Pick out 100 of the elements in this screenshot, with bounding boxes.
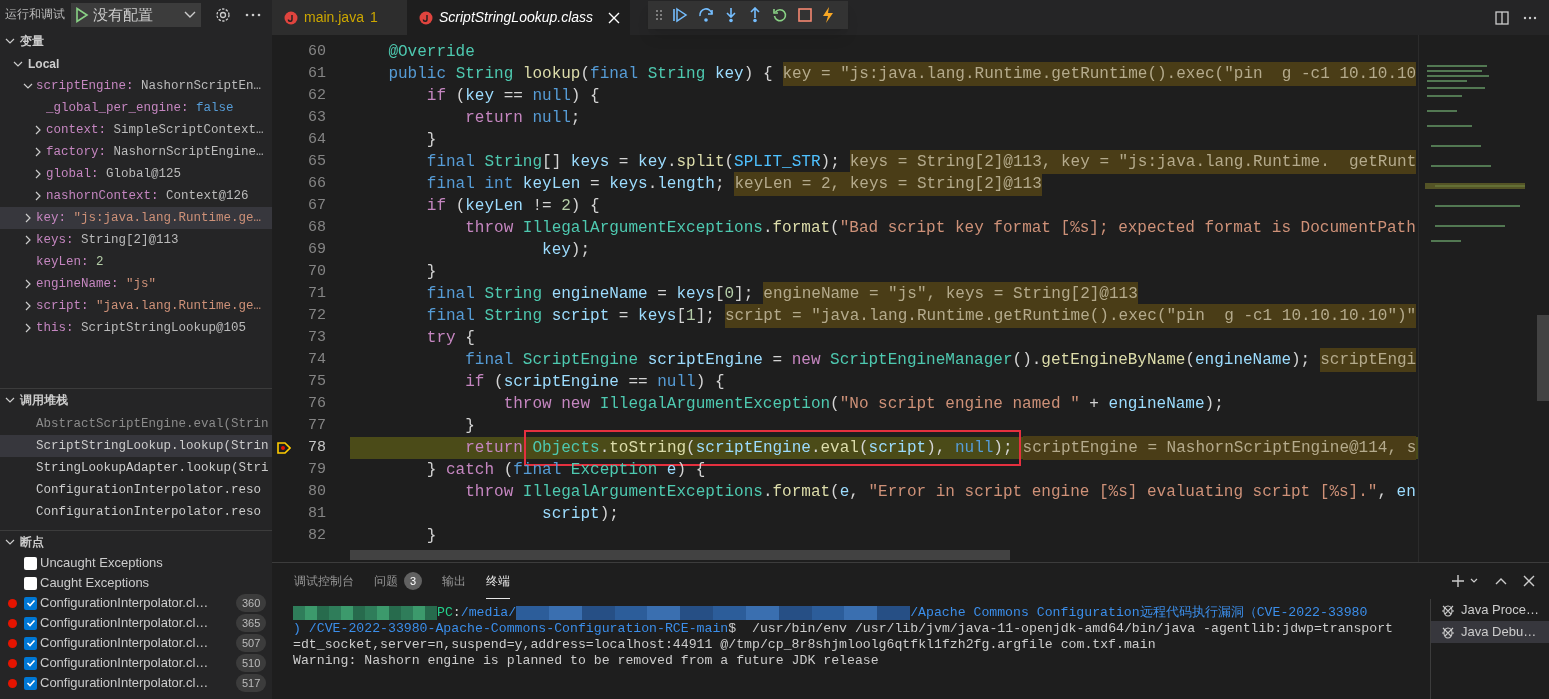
variable-row[interactable]: keys: String[2]@113 (0, 229, 272, 251)
variable-text: context: SimpleScriptContext… (46, 121, 264, 139)
line-number: 72 (307, 305, 326, 326)
variable-text: this: ScriptStringLookup@105 (36, 319, 247, 337)
code-text: final String[] keys = key.split(SPLIT_STR); (425, 152, 840, 173)
drag-handle-icon[interactable] (656, 9, 662, 21)
line-number: 61 (307, 63, 326, 84)
chevron-down-icon[interactable] (1469, 577, 1479, 585)
scrollbar-thumb[interactable] (1537, 315, 1549, 401)
code-text: } (425, 262, 437, 283)
editor-tab[interactable]: ScriptStringLookup.class (407, 0, 630, 35)
variable-text: global: Global@125 (46, 165, 182, 183)
variable-row[interactable]: engineName: "js" (0, 273, 272, 295)
variable-row[interactable]: _global_per_engine: false (0, 97, 272, 119)
lightning-icon[interactable] (822, 7, 834, 23)
scope-row[interactable]: Local (0, 53, 272, 75)
code-text: return (464, 438, 524, 459)
count-badge: 3 (404, 572, 422, 590)
split-editor-icon[interactable] (1495, 10, 1509, 25)
code-text: throw new IllegalArgumentException("No script engine named " + engineName); (502, 394, 1224, 415)
code-text: final String script = keys[1]; (425, 306, 715, 327)
checkbox[interactable] (24, 576, 37, 590)
variable-row[interactable]: this: ScriptStringLookup@105 (0, 317, 272, 339)
variable-row[interactable]: keyLen: 2 (0, 251, 272, 273)
stack-frame[interactable]: ConfigurationInterpolator.reso (0, 479, 272, 501)
variable-row[interactable]: factory: NashornScriptEngine… (0, 141, 272, 163)
line-number: 76 (307, 393, 326, 414)
line-number: 75 (307, 371, 326, 392)
panel-tab[interactable]: 输出 (442, 563, 466, 599)
current-line-marker-icon[interactable] (277, 442, 291, 454)
line-number: 82 (307, 525, 326, 546)
terminal-text: /media/ (460, 604, 517, 623)
continue-icon[interactable] (672, 7, 688, 23)
horizontal-scrollbar-thumb[interactable] (350, 550, 1010, 560)
breakpoint-label[interactable]: ConfigurationInterpolator.cl… (40, 613, 232, 633)
line-number: 64 (307, 129, 326, 150)
checkbox[interactable] (24, 616, 37, 630)
terminal-text: Warning: Nashorn engine is planned to be removed from a future JDK release (293, 652, 879, 671)
variable-text: keyLen: 2 (36, 253, 104, 271)
tab-label: 问题 (374, 573, 398, 590)
code-text: } (425, 526, 437, 547)
stop-icon[interactable] (798, 8, 812, 22)
variable-text: script: "java.lang.Runtime.ge… (36, 297, 262, 315)
breakpoint-label[interactable]: Caught Exceptions (40, 573, 232, 593)
inline-value: script = "java.lang.Runtime.getRuntime().exec("pin g -c1 10.10.10.10")" (724, 304, 1417, 328)
minimap[interactable] (1425, 65, 1525, 245)
line-badge: 517 (236, 673, 267, 693)
section-header[interactable]: 调用堆栈 (0, 389, 272, 411)
chevron-up-icon[interactable] (1495, 577, 1507, 585)
code-text: script); (541, 504, 619, 525)
line-number: 69 (307, 239, 326, 260)
breakpoint-label[interactable]: ConfigurationInterpolator.cl… (40, 673, 232, 693)
line-number: 67 (307, 195, 326, 216)
variable-row[interactable]: script: "java.lang.Runtime.ge… (0, 295, 272, 317)
terminal-session[interactable]: Java Proce… (1431, 599, 1549, 621)
panel-tab[interactable]: 终端 (486, 563, 510, 599)
more-icon[interactable] (1523, 15, 1537, 20)
section-header[interactable]: 变量 (0, 30, 272, 52)
stack-frame[interactable]: StringLookupAdapter.lookup(Stri (0, 457, 272, 479)
variable-row[interactable]: nashornContext: Context@126 (0, 185, 272, 207)
step-out-icon[interactable] (748, 7, 762, 23)
code-text: if (keyLen != 2) { (425, 196, 600, 217)
panel-tab[interactable]: 问题 3 (374, 563, 422, 599)
checkbox[interactable] (24, 676, 37, 690)
line-number: 77 (307, 415, 326, 436)
panel-tab[interactable]: 调试控制台 (294, 563, 354, 599)
add-icon[interactable] (1451, 574, 1465, 588)
line-badge: 507 (236, 633, 267, 653)
editor-tab[interactable]: main.java 1 (272, 0, 407, 35)
restart-icon[interactable] (772, 7, 788, 23)
terminal-session[interactable]: Java Debu… (1431, 621, 1549, 643)
stack-frame[interactable]: ConfigurationInterpolator.reso (0, 501, 272, 523)
variable-row[interactable]: global: Global@125 (0, 163, 272, 185)
checkbox[interactable] (24, 596, 37, 610)
breakpoint-label[interactable]: Uncaught Exceptions (40, 553, 232, 573)
inline-value: keys = String[2]@113, key = "js:java.lang.Runtime. getRunt (849, 150, 1417, 174)
line-badge: 360 (236, 593, 267, 613)
code-text: throw IllegalArgumentExceptions.format("Bad script key format [%s]; expected format is DocumentPath (464, 218, 1416, 239)
step-into-icon[interactable] (724, 7, 738, 23)
variable-row[interactable]: scriptEngine: NashornScriptEn… (0, 75, 272, 97)
checkbox[interactable] (24, 636, 37, 650)
breakpoint-label[interactable]: ConfigurationInterpolator.cl… (40, 593, 232, 613)
configuration-dropdown[interactable]: 没有配置 (71, 3, 201, 27)
settings-icon[interactable] (215, 7, 231, 23)
checkbox[interactable] (24, 656, 37, 670)
stack-frame[interactable]: ScriptStringLookup.lookup(Strin (0, 435, 272, 457)
inline-value: engineName = "js", keys = String[2]@113 (763, 282, 1138, 306)
stack-frame[interactable]: AbstractScriptEngine.eval(Strin (0, 413, 272, 435)
close-icon[interactable] (1523, 575, 1535, 587)
variable-row[interactable]: context: SimpleScriptContext… (0, 119, 272, 141)
section-header[interactable]: 断点 (0, 531, 272, 553)
more-icon[interactable] (245, 13, 261, 17)
breakpoint-label[interactable]: ConfigurationInterpolator.cl… (40, 633, 232, 653)
variable-text: _global_per_engine: false (46, 99, 234, 117)
breakpoint-label[interactable]: ConfigurationInterpolator.cl… (40, 653, 232, 673)
variable-row[interactable]: key: "js:java.lang.Runtime.ge… (0, 207, 272, 229)
checkbox[interactable] (24, 556, 37, 570)
step-over-icon[interactable] (698, 7, 714, 23)
java-file-icon (284, 10, 298, 25)
view-title: 运行和调试 (5, 7, 65, 23)
